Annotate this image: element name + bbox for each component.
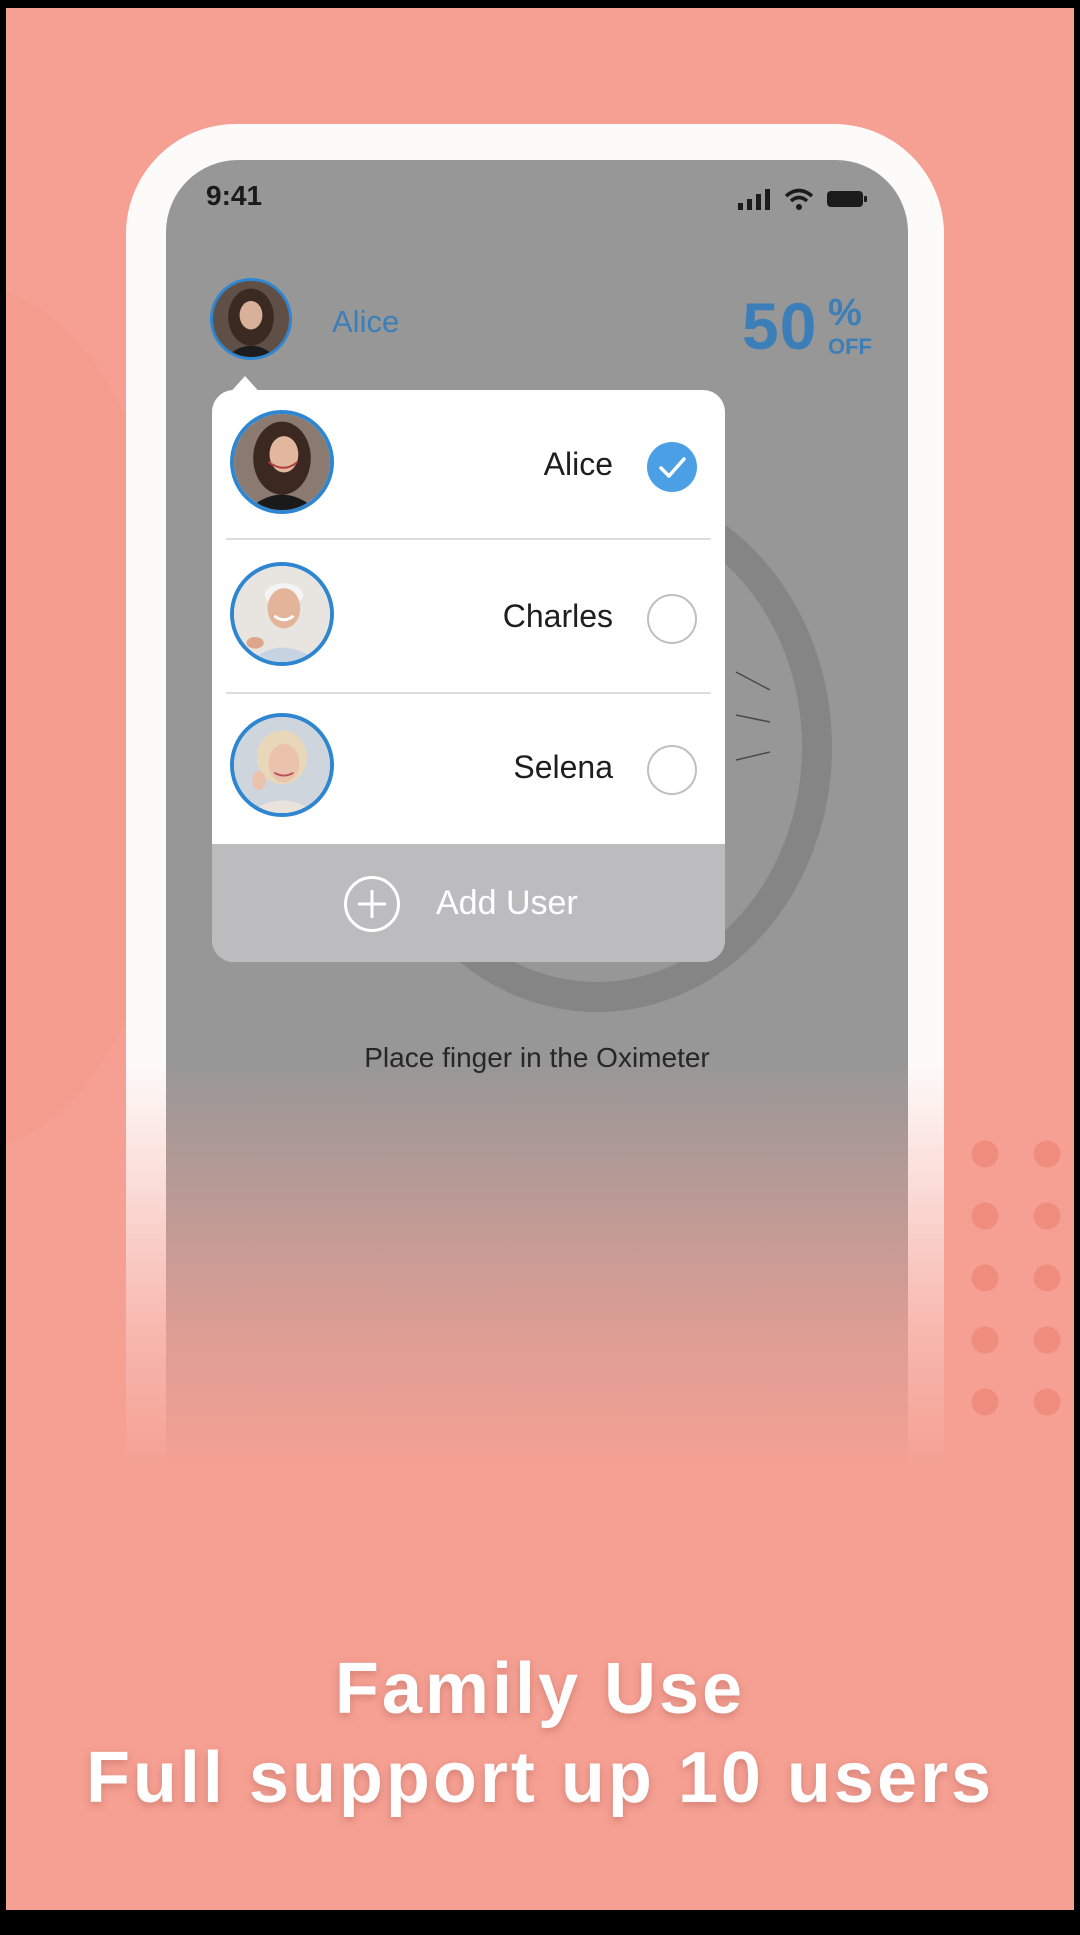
discount-badge[interactable]: 50 % OFF	[742, 288, 872, 364]
user-radio-charles[interactable]	[647, 594, 697, 644]
user-switch-popup: Alice Charles Selena Add User	[212, 390, 725, 962]
user-row-alice[interactable]: Alice	[212, 390, 725, 540]
user-radio-alice[interactable]	[647, 442, 697, 492]
current-user-avatar[interactable]	[210, 278, 292, 360]
check-icon	[659, 457, 686, 478]
signal-icon	[738, 189, 770, 210]
status-time: 9:41	[206, 180, 263, 211]
avatar-alice-icon	[234, 414, 330, 510]
avatar-selena	[230, 713, 334, 817]
user-name-selena: Selena	[513, 749, 613, 785]
avatar-alice	[230, 410, 334, 514]
avatar-charles	[230, 562, 334, 666]
current-user-name[interactable]: Alice	[332, 304, 399, 340]
avatar-alice-icon	[213, 281, 289, 357]
caption-subtitle: Full support up 10 users	[85, 1738, 995, 1818]
background-dots	[954, 1123, 1074, 1423]
battery-icon	[827, 191, 867, 207]
avatar-selena-icon	[234, 717, 330, 813]
user-row-selena[interactable]: Selena	[212, 693, 725, 843]
bottom-fade	[110, 1060, 970, 1560]
user-row-charles[interactable]: Charles	[212, 542, 725, 692]
user-name-charles: Charles	[502, 598, 613, 634]
avatar-charles-icon	[234, 566, 330, 662]
divider	[226, 538, 711, 540]
caption-title: Family Use	[334, 1649, 746, 1729]
plus-circle-icon	[344, 876, 400, 932]
add-user-label: Add User	[436, 884, 578, 922]
status-icons	[738, 188, 868, 210]
gauge-ticks	[735, 671, 771, 761]
user-name-alice: Alice	[543, 446, 613, 482]
add-user-button[interactable]: Add User	[212, 844, 725, 962]
wifi-icon	[784, 188, 814, 210]
user-radio-selena[interactable]	[647, 745, 697, 795]
